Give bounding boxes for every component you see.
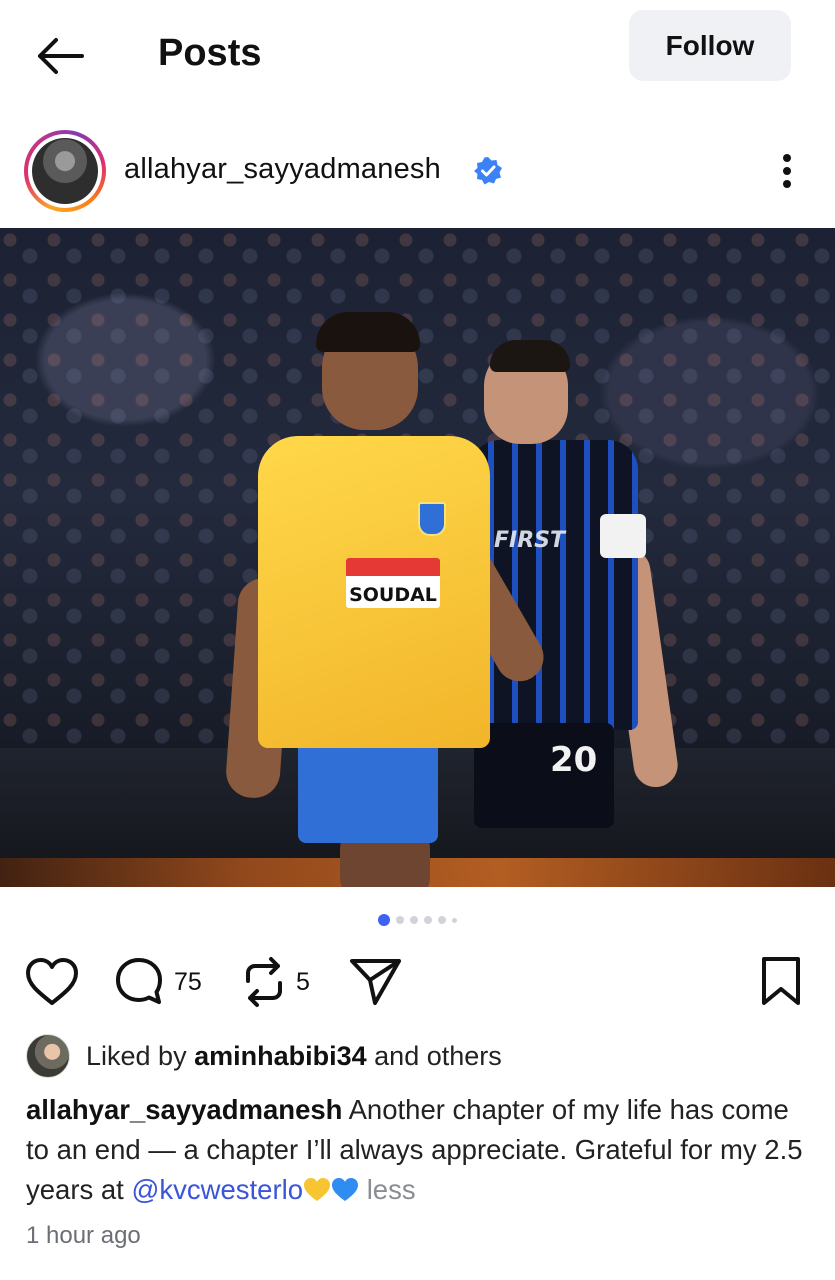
heart-icon — [26, 958, 78, 1005]
blue-heart-emoji-icon — [332, 1178, 359, 1201]
more-options-button[interactable] — [770, 148, 804, 194]
opponent-sponsor: FIRST — [494, 528, 566, 553]
club-crest — [418, 502, 446, 536]
repost-button[interactable]: 5 — [240, 954, 310, 1010]
avatar[interactable] — [24, 130, 106, 212]
opponent-hair — [490, 340, 570, 372]
post-caption: allahyar_sayyadmanesh Another chapter of… — [26, 1090, 816, 1210]
save-button[interactable] — [756, 954, 806, 1010]
more-vertical-icon — [783, 154, 791, 162]
liker-username[interactable]: aminhabibi34 — [194, 1041, 367, 1071]
post-timestamp: 1 hour ago — [26, 1222, 141, 1249]
carousel-dot-active — [378, 914, 390, 926]
follow-button[interactable]: Follow — [629, 10, 791, 81]
carousel-dot — [410, 916, 418, 924]
action-bar: 75 5 — [0, 948, 835, 1018]
comment-button[interactable]: 75 — [112, 954, 202, 1010]
jersey-sponsor: SOUDAL — [346, 558, 440, 608]
player-shorts — [298, 733, 438, 843]
send-icon — [350, 959, 401, 1005]
yellow-heart-emoji-icon — [304, 1178, 331, 1201]
player-hair — [316, 312, 420, 352]
caption-username[interactable]: allahyar_sayyadmanesh — [26, 1094, 342, 1125]
liked-by-row[interactable]: Liked by aminhabibi34 and others — [26, 1034, 502, 1078]
carousel-dot — [438, 916, 446, 924]
comment-icon — [116, 958, 162, 1004]
arrow-left-icon — [38, 38, 84, 74]
author-username[interactable]: allahyar_sayyadmanesh — [124, 153, 441, 186]
post-author-row: allahyar_sayyadmanesh — [0, 120, 835, 220]
top-bar: Posts Follow — [0, 0, 835, 110]
opponent-number: 20 — [550, 740, 598, 780]
post-photo[interactable]: FIRST 20 SOUDAL — [0, 228, 835, 887]
repost-icon — [246, 957, 282, 1007]
caption-mention[interactable]: @kvcwesterlo — [131, 1174, 303, 1205]
verified-badge-icon — [474, 157, 502, 185]
carousel-dot — [424, 916, 432, 924]
comment-count: 75 — [174, 967, 202, 996]
like-button[interactable] — [24, 954, 80, 1010]
repost-count: 5 — [296, 967, 310, 996]
page-title: Posts — [158, 32, 262, 74]
carousel-dot — [396, 916, 404, 924]
liked-by-text: Liked by aminhabibi34 and others — [86, 1040, 502, 1071]
less-link[interactable]: less — [367, 1174, 416, 1205]
avatar-image — [32, 138, 98, 204]
back-button[interactable] — [30, 30, 90, 82]
liker-avatar — [26, 1034, 70, 1078]
carousel-indicator — [0, 912, 835, 928]
carousel-dot — [452, 917, 457, 923]
bookmark-icon — [762, 957, 800, 1005]
captain-armband — [600, 514, 646, 558]
share-button[interactable] — [348, 954, 404, 1010]
